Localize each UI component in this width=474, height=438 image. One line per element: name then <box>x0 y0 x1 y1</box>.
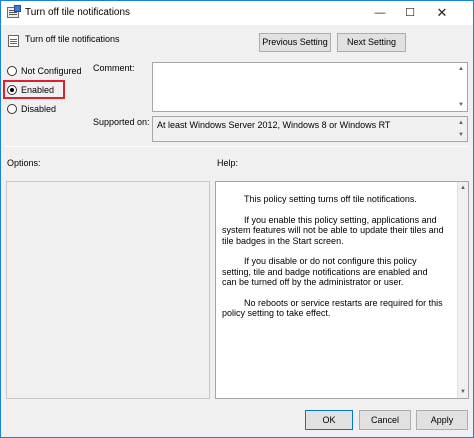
help-label: Help: <box>217 158 239 168</box>
cancel-button[interactable]: Cancel <box>359 410 411 430</box>
supported-on-label: Supported on: <box>93 117 150 127</box>
help-paragraph: If you enable this policy setting, appli… <box>222 214 444 246</box>
help-scroll-up-icon[interactable]: ▲ <box>458 183 468 193</box>
comment-scroll-up-icon[interactable]: ▲ <box>456 64 466 74</box>
help-paragraph: This policy setting turns off tile notif… <box>244 194 417 204</box>
help-scrollbar[interactable]: ▲ ▼ <box>457 182 468 398</box>
radio-enabled-circle[interactable] <box>7 85 17 95</box>
radio-disabled-circle[interactable] <box>7 104 17 114</box>
next-setting-button[interactable]: Next Setting <box>337 33 406 52</box>
radio-not-configured[interactable]: Not Configured <box>7 64 82 78</box>
apply-button[interactable]: Apply <box>416 410 468 430</box>
help-panel[interactable]: This policy setting turns off tile notif… <box>215 181 469 399</box>
radio-enabled-label: Enabled <box>21 85 55 95</box>
policy-editor-icon <box>7 5 21 18</box>
window-title: Turn off tile notifications <box>25 7 131 18</box>
comment-textarea[interactable]: ▲ ▼ <box>152 62 468 112</box>
help-text: This policy setting turns off tile notif… <box>222 194 444 329</box>
previous-setting-button[interactable]: Previous Setting <box>259 33 331 52</box>
radio-not-configured-circle[interactable] <box>7 66 17 76</box>
section-divider <box>5 146 469 147</box>
supported-on-value: At least Windows Server 2012, Windows 8 … <box>157 120 391 130</box>
close-icon[interactable]: ✕ <box>429 3 455 23</box>
policy-dialog-window: Turn off tile notifications — ☐ ✕ Turn o… <box>0 0 474 438</box>
policy-name: Turn off tile notifications <box>25 34 120 44</box>
options-panel <box>6 181 210 399</box>
radio-disabled[interactable]: Disabled <box>7 102 56 116</box>
comment-label: Comment: <box>93 63 135 73</box>
minimize-icon[interactable]: — <box>367 3 393 23</box>
help-paragraph: If you disable or do not configure this … <box>222 256 428 287</box>
options-label: Options: <box>7 158 41 168</box>
comment-scroll-down-icon[interactable]: ▼ <box>456 100 466 110</box>
help-scroll-down-icon[interactable]: ▼ <box>458 387 468 397</box>
maximize-icon[interactable]: ☐ <box>397 3 423 23</box>
help-paragraph: No reboots or service restarts are requi… <box>222 297 443 319</box>
ok-button[interactable]: OK <box>305 410 353 430</box>
radio-not-configured-label: Not Configured <box>21 66 82 76</box>
radio-enabled[interactable]: Enabled <box>7 83 54 97</box>
title-bar[interactable]: Turn off tile notifications — ☐ ✕ <box>1 1 473 25</box>
supported-scroll-down-icon[interactable]: ▼ <box>456 130 466 140</box>
supported-on-field: At least Windows Server 2012, Windows 8 … <box>152 116 468 142</box>
radio-disabled-label: Disabled <box>21 104 57 114</box>
supported-scroll-up-icon[interactable]: ▲ <box>456 118 466 128</box>
policy-setting-icon <box>8 35 19 47</box>
